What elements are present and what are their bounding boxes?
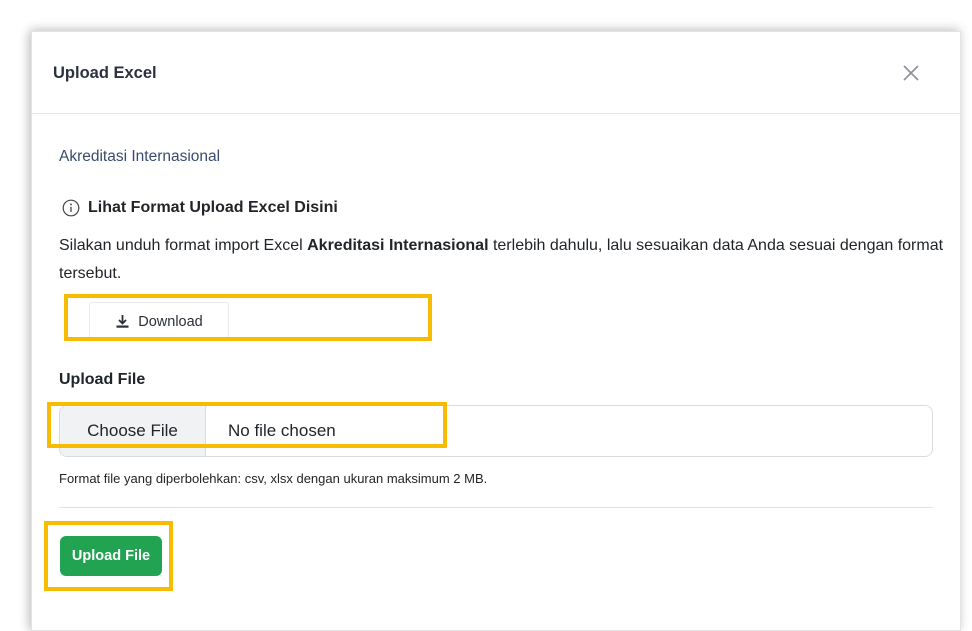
upload-excel-modal: Upload Excel Akreditasi Internasional Li… — [31, 31, 961, 631]
upload-file-label: Upload File — [59, 371, 146, 388]
close-icon[interactable] — [900, 62, 922, 84]
upload-file-button[interactable]: Upload File — [60, 536, 162, 576]
download-button[interactable]: Download — [89, 302, 229, 341]
description-text-start: Silakan unduh format import Excel — [59, 237, 308, 254]
download-icon — [116, 315, 129, 328]
format-description: Silakan unduh format import Excel Akredi… — [59, 232, 944, 288]
info-heading: Lihat Format Upload Excel Disini — [88, 199, 338, 216]
section-subtitle: Akreditasi Internasional — [59, 148, 221, 165]
modal-header: Upload Excel — [32, 32, 960, 114]
file-status: No file chosen — [228, 421, 336, 440]
divider — [59, 507, 933, 508]
file-input[interactable]: Choose File No file chosen — [59, 405, 933, 457]
file-format-help: Format file yang diperbolehkan: csv, xls… — [59, 471, 488, 486]
info-circle-icon — [62, 199, 80, 217]
download-label: Download — [138, 313, 203, 330]
modal-title: Upload Excel — [53, 64, 157, 82]
description-bold: Akreditasi Internasional — [307, 237, 489, 254]
format-info: Lihat Format Upload Excel Disini — [62, 198, 338, 218]
choose-file-button[interactable]: Choose File — [60, 406, 206, 456]
